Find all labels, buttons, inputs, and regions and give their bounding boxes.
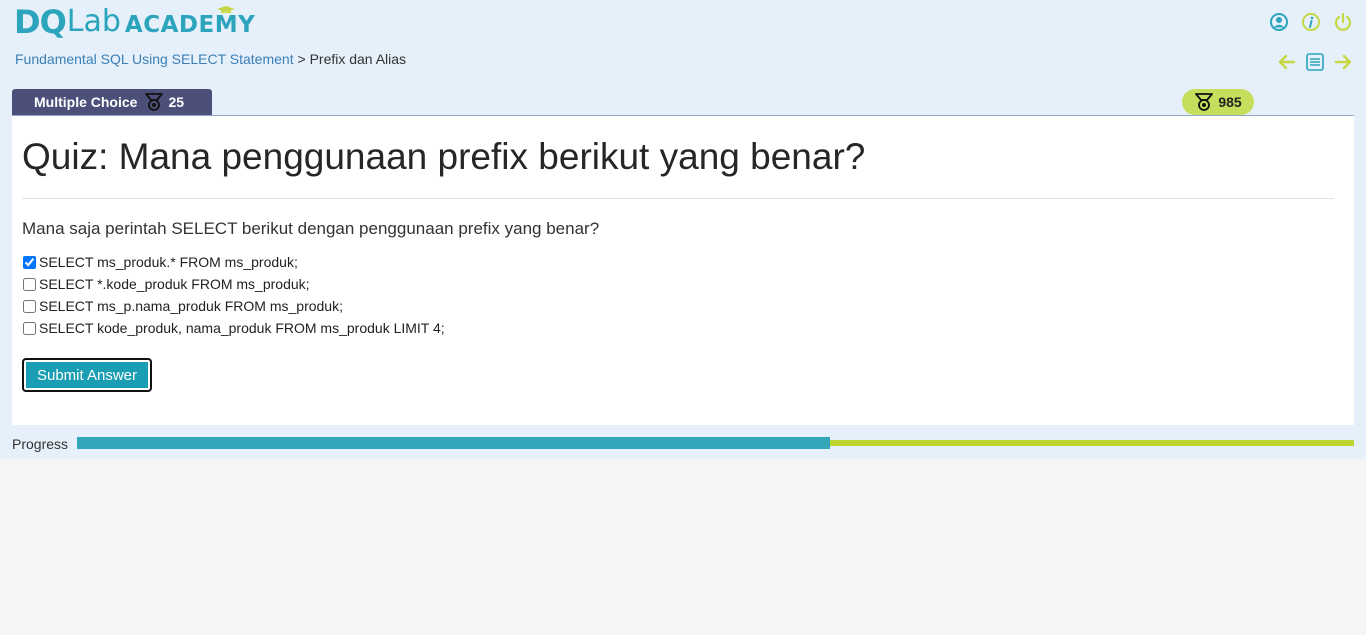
- option-checkbox[interactable]: [23, 277, 36, 291]
- arrow-right-icon[interactable]: [1332, 51, 1354, 73]
- logo-lab: Lab: [66, 4, 121, 39]
- breadcrumb: Fundamental SQL Using SELECT Statement >…: [15, 51, 406, 67]
- tab-multiple-choice: Multiple Choice 25: [12, 89, 212, 115]
- progress-fill: [77, 437, 831, 449]
- breadcrumb-course-link[interactable]: Fundamental SQL Using SELECT Statement: [15, 51, 294, 67]
- arrow-left-icon[interactable]: [1276, 51, 1298, 73]
- option-checkbox[interactable]: [23, 321, 36, 335]
- quiz-card: Quiz: Mana penggunaan prefix berikut yan…: [12, 115, 1354, 425]
- info-icon[interactable]: [1300, 11, 1322, 33]
- logo-dq: DQ: [14, 3, 67, 41]
- option-checkbox[interactable]: [23, 255, 36, 269]
- answer-option[interactable]: SELECT kode_produk, nama_produk FROM ms_…: [22, 317, 445, 339]
- breadcrumb-current: Prefix dan Alias: [309, 51, 407, 67]
- tab-points: 25: [168, 94, 185, 110]
- medal-icon: [1194, 92, 1214, 112]
- score-value: 985: [1218, 94, 1242, 110]
- tab-label: Multiple Choice: [34, 94, 138, 110]
- answer-option[interactable]: SELECT ms_produk.* FROM ms_produk;: [22, 251, 445, 273]
- medal-icon: [144, 92, 164, 112]
- header-icons: [1268, 11, 1354, 33]
- quiz-title: Quiz: Mana penggunaan prefix berikut yan…: [22, 136, 866, 177]
- score-badge: 985: [1182, 89, 1254, 115]
- lesson-navigation: [1276, 51, 1354, 73]
- progress-label: Progress: [12, 436, 69, 452]
- list-icon[interactable]: [1304, 51, 1326, 73]
- answer-option[interactable]: SELECT ms_p.nama_produk FROM ms_produk;: [22, 295, 445, 317]
- question-text: Mana saja perintah SELECT berikut dengan…: [22, 219, 600, 238]
- option-label: SELECT ms_produk.* FROM ms_produk;: [39, 254, 298, 270]
- answer-option[interactable]: SELECT *.kode_produk FROM ms_produk;: [22, 273, 445, 295]
- logo[interactable]: DQ Lab ACADEMY: [14, 4, 255, 40]
- option-label: SELECT kode_produk, nama_produk FROM ms_…: [39, 320, 445, 336]
- submit-answer-button[interactable]: Submit Answer: [22, 358, 152, 392]
- logo-academy: ACADEMY: [124, 6, 256, 40]
- graduation-cap-icon: [217, 6, 236, 13]
- breadcrumb-separator: >: [293, 51, 310, 67]
- option-checkbox[interactable]: [23, 299, 36, 313]
- user-icon[interactable]: [1268, 11, 1290, 33]
- option-label: SELECT ms_p.nama_produk FROM ms_produk;: [39, 298, 343, 314]
- divider: [22, 198, 1334, 199]
- logo-academy-text: ACADEMY: [124, 12, 256, 38]
- power-icon[interactable]: [1332, 11, 1354, 33]
- answer-options: SELECT ms_produk.* FROM ms_produk; SELEC…: [22, 251, 445, 339]
- option-label: SELECT *.kode_produk FROM ms_produk;: [39, 276, 310, 292]
